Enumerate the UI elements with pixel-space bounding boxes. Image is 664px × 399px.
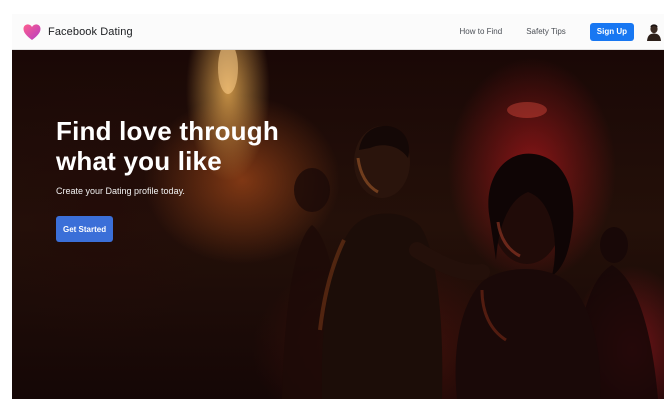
nav-link-safety-tips[interactable]: Safety Tips bbox=[526, 27, 566, 36]
hero-subheadline: Create your Dating profile today. bbox=[56, 186, 185, 196]
heart-icon bbox=[23, 23, 41, 40]
hero-headline-line-2: what you like bbox=[56, 146, 222, 176]
brand-logo[interactable]: Facebook Dating bbox=[22, 22, 133, 42]
hero-headline-line-1: Find love through bbox=[56, 116, 279, 146]
profile-avatar-icon[interactable] bbox=[646, 23, 662, 41]
page: Facebook Dating How to Find Safety Tips … bbox=[0, 0, 664, 399]
brand-name: Facebook Dating bbox=[48, 25, 133, 38]
get-started-button[interactable]: Get Started bbox=[56, 216, 114, 242]
sign-up-button[interactable]: Sign Up bbox=[589, 22, 634, 41]
hero-banner: Find love through what you like Create y… bbox=[12, 50, 664, 399]
hero-copy: Find love through what you like Create y… bbox=[56, 116, 376, 242]
nav-link-how-to-find[interactable]: How to Find bbox=[460, 27, 503, 36]
hero-headline: Find love through what you like bbox=[56, 116, 376, 176]
top-navigation-bar: Facebook Dating How to Find Safety Tips … bbox=[12, 14, 664, 50]
